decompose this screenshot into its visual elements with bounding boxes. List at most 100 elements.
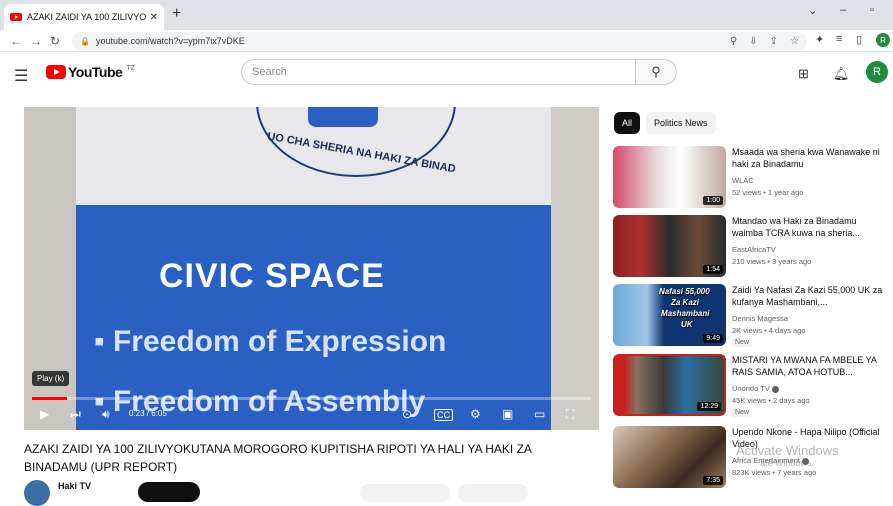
recommendation-meta: 210 views • 3 years ago bbox=[732, 257, 812, 266]
browser-profile-avatar[interactable]: R bbox=[876, 33, 890, 47]
video-thumbnail[interactable]: 1:00 bbox=[613, 146, 726, 208]
forward-arrow-icon[interactable]: → bbox=[30, 34, 42, 48]
fullscreen-icon[interactable]: ⛶ bbox=[566, 407, 574, 422]
recommendation-item[interactable]: 7:35 Upendo Nkone - Hapa Nilipo (Officia… bbox=[613, 426, 893, 490]
thumbnail-caption: Mashambani bbox=[661, 309, 710, 318]
video-progress-bar[interactable] bbox=[32, 397, 591, 400]
verified-check-icon bbox=[771, 385, 779, 393]
channel-avatar[interactable] bbox=[24, 480, 50, 506]
banner-white-area: UO CHA SHERIA NA HAKI ZA BINAD bbox=[76, 107, 551, 205]
side-panel-icon[interactable]: ▯ bbox=[856, 33, 862, 46]
share-button[interactable] bbox=[458, 484, 528, 502]
account-avatar[interactable]: R bbox=[866, 61, 888, 83]
tab-title: AZAKI ZAIDI YA 100 ZILIVYOKUTA bbox=[27, 12, 146, 22]
zoom-icon[interactable]: ⚲ bbox=[730, 36, 737, 47]
thumbnail-caption: Za Kazi bbox=[671, 298, 700, 307]
thumbnail-caption: UK bbox=[681, 320, 693, 329]
video-thumbnail[interactable]: 7:35 bbox=[613, 426, 726, 488]
recommendation-item[interactable]: 1:54 Mtandao wa Haki za Binadamu waimba … bbox=[613, 215, 893, 279]
recommendation-meta: 823K views • 7 years ago bbox=[732, 468, 817, 477]
volume-icon[interactable]: 🔊︎ bbox=[102, 407, 110, 422]
new-badge: New bbox=[732, 408, 753, 417]
browser-tab-active[interactable]: AZAKI ZAIDI YA 100 ZILIVYOKUTA ✕ bbox=[4, 4, 164, 30]
duration-badge: 1:54 bbox=[703, 265, 723, 274]
country-code: TZ bbox=[126, 64, 135, 72]
thumbnail-caption: Nafasi 55,000 bbox=[659, 287, 710, 296]
play-tooltip: Play (k) bbox=[32, 371, 70, 386]
recommendation-item[interactable]: 12:29 MISTARI YA MWANA FA MBELE YA RAIS … bbox=[613, 354, 893, 418]
autoplay-toggle[interactable]: ⊙ bbox=[402, 407, 412, 421]
tab-close-icon[interactable]: ✕ bbox=[150, 12, 158, 23]
like-button[interactable] bbox=[360, 484, 450, 502]
notifications-bell-icon[interactable]: 🔔︎ bbox=[833, 66, 850, 82]
recommendation-meta: 45K views • 2 days ago bbox=[732, 396, 810, 405]
recommendation-title[interactable]: Zaidi Ya Nafasi Za Kazi 55,000 UK za kuf… bbox=[732, 284, 890, 308]
recommendation-channel[interactable]: EastAfricaTV bbox=[732, 245, 776, 254]
tab-search-icon[interactable]: ⌄ bbox=[808, 4, 817, 17]
chip-politics-news[interactable]: Politics News bbox=[646, 112, 716, 134]
recommendation-channel[interactable]: WLAC bbox=[732, 176, 754, 185]
banner-heading: CIVIC SPACE bbox=[159, 257, 385, 295]
create-video-icon[interactable]: ⊞ bbox=[798, 66, 809, 82]
recommendation-meta: 52 views • 1 year ago bbox=[732, 188, 804, 197]
video-player[interactable]: UO CHA SHERIA NA HAKI ZA BINAD CIVIC SPA… bbox=[24, 107, 599, 430]
reload-icon[interactable]: ↻ bbox=[50, 34, 60, 48]
new-tab-button[interactable]: + bbox=[172, 5, 181, 23]
play-icon[interactable]: ▶ bbox=[40, 407, 49, 421]
search-input[interactable]: Search bbox=[241, 59, 636, 85]
video-thumbnail[interactable]: Nafasi 55,000 Za Kazi Mashambani UK 9:49 bbox=[613, 284, 726, 346]
recommendation-title[interactable]: MISTARI YA MWANA FA MBELE YA RAIS SAMIA,… bbox=[732, 354, 890, 378]
video-progress-fill bbox=[32, 397, 68, 400]
menu-hamburger-icon[interactable]: ☰ bbox=[14, 66, 28, 86]
lock-icon: 🔒 bbox=[80, 36, 90, 46]
back-arrow-icon[interactable]: ← bbox=[10, 34, 22, 48]
video-thumbnail[interactable]: 1:54 bbox=[613, 215, 726, 277]
recommendation-meta: 2K views • 4 days ago bbox=[732, 326, 806, 335]
player-controls: ▶ ⏭ 🔊︎ 0:23 / 6:05 ⊙ CC ⚙ ▣ ▭ ⛶ bbox=[24, 401, 599, 430]
recommendation-item[interactable]: 1:00 Msaada wa sheria kwa Wanawake ni ha… bbox=[613, 146, 893, 210]
duration-badge: 12:29 bbox=[697, 402, 721, 411]
miniplayer-icon[interactable]: ▣ bbox=[502, 407, 513, 421]
theater-mode-icon[interactable]: ▭ bbox=[534, 407, 545, 421]
banner-bullet-expression: ▪ Freedom of Expression bbox=[94, 325, 447, 358]
wall-right bbox=[551, 107, 599, 430]
subscribe-button[interactable] bbox=[138, 482, 200, 502]
captions-icon[interactable]: CC bbox=[434, 409, 453, 421]
youtube-play-logo-icon bbox=[46, 65, 66, 79]
search-button[interactable]: ⚲ bbox=[635, 59, 677, 85]
browser-toolbar: ← → ↻ 🔒 youtube.com/watch?v=ypm7ix7vDKE … bbox=[0, 30, 893, 52]
duration-badge: 1:00 bbox=[703, 196, 723, 205]
youtube-wordmark: YouTube bbox=[68, 64, 123, 80]
activate-windows-subtext: ate Windows. bbox=[760, 458, 815, 468]
recommendation-channel-name: Unondo TV bbox=[732, 384, 770, 393]
channel-name[interactable]: Haki TV bbox=[58, 481, 91, 491]
recommendation-channel[interactable]: Dennis Magessa bbox=[732, 314, 788, 323]
share-icon[interactable]: ⇪ bbox=[770, 36, 778, 47]
youtube-favicon-icon bbox=[10, 13, 22, 21]
search-icon: ⚲ bbox=[651, 64, 661, 79]
time-display: 0:23 / 6:05 bbox=[129, 409, 167, 418]
install-icon[interactable]: ⇩ bbox=[749, 36, 757, 47]
minimize-button[interactable]: – bbox=[840, 4, 846, 16]
activate-windows-watermark: Activate Windows bbox=[736, 443, 839, 458]
restore-button[interactable]: ▫ bbox=[870, 4, 874, 16]
extensions-puzzle-icon[interactable]: ✦ bbox=[815, 33, 824, 46]
youtube-header: ☰ YouTube TZ Search ⚲ ⊞ 🔔︎ R bbox=[0, 52, 893, 94]
recommendation-title[interactable]: Msaada wa sheria kwa Wanawake ni haki za… bbox=[732, 146, 890, 170]
next-icon[interactable]: ⏭ bbox=[70, 407, 81, 422]
new-badge: New bbox=[732, 338, 753, 347]
url-text: youtube.com/watch?v=ypm7ix7vDKE bbox=[95, 36, 245, 46]
chip-all[interactable]: All bbox=[614, 112, 641, 134]
youtube-logo[interactable]: YouTube TZ bbox=[46, 64, 135, 80]
bookmark-star-icon[interactable]: ☆ bbox=[790, 36, 799, 47]
recommendation-title[interactable]: Mtandao wa Haki za Binadamu waimba TCRA … bbox=[732, 215, 890, 239]
reading-list-icon[interactable]: ≡ bbox=[836, 33, 842, 45]
address-bar[interactable]: 🔒 youtube.com/watch?v=ypm7ix7vDKE ⚲ ⇩ ⇪ … bbox=[72, 32, 807, 50]
settings-gear-icon[interactable]: ⚙ bbox=[470, 407, 481, 421]
recommendation-item[interactable]: Nafasi 55,000 Za Kazi Mashambani UK 9:49… bbox=[613, 284, 893, 348]
recommendation-channel[interactable]: Unondo TV bbox=[732, 384, 779, 393]
video-thumbnail[interactable]: 12:29 bbox=[613, 354, 726, 416]
duration-badge: 7:35 bbox=[703, 476, 723, 485]
seal-emblem bbox=[308, 107, 378, 127]
duration-badge: 9:49 bbox=[703, 334, 723, 343]
